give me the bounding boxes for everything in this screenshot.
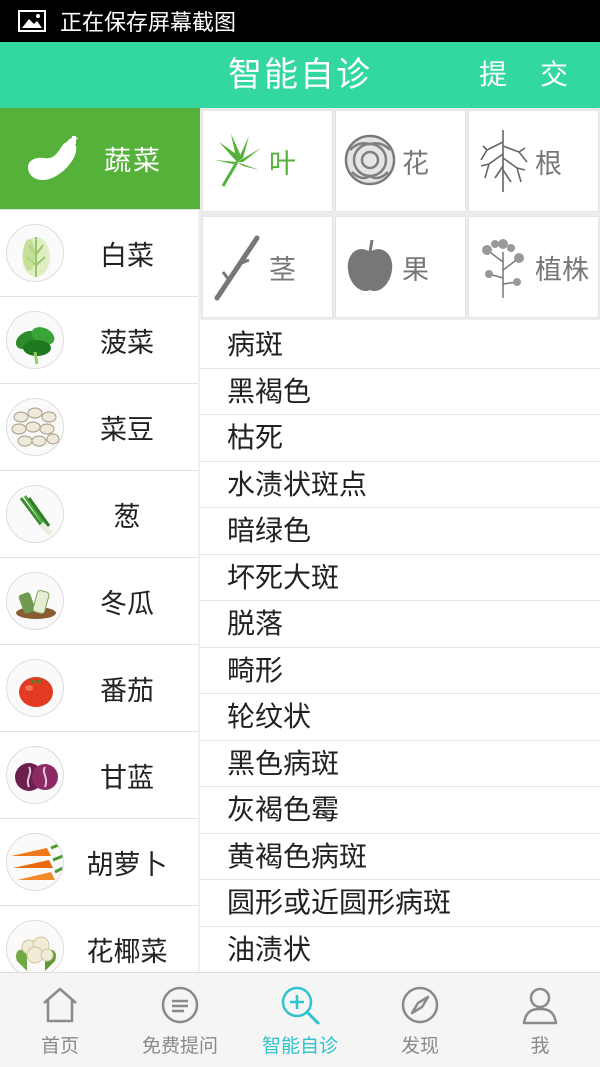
vegetable-item-scallion[interactable]: 葱 [0, 471, 198, 558]
symptom-item[interactable]: 水渍状斑点 [200, 462, 600, 508]
submit-button[interactable]: 提 交 [479, 42, 580, 108]
vegetable-item-cauliflower[interactable]: 花椰菜 [0, 906, 198, 972]
tab-free-question[interactable]: 免费提问 [120, 973, 240, 1067]
symptom-item[interactable]: 畸形 [200, 648, 600, 694]
symptom-item[interactable]: 枯死 [200, 415, 600, 462]
plant-part-leaf[interactable]: 叶 [202, 110, 333, 212]
cauliflower-icon [6, 920, 64, 972]
chinese-cabbage-icon [6, 224, 64, 282]
symptom-item[interactable]: 灰褐色霉 [200, 787, 600, 834]
vegetable-item-tomato[interactable]: 番茄 [0, 645, 198, 732]
tab-label: 智能自诊 [261, 1034, 338, 1057]
chat-icon [161, 986, 199, 1023]
root-icon [480, 130, 528, 192]
symptom-item[interactable]: 黄褐色病斑 [200, 834, 600, 880]
vegetable-label: 甘蓝 [100, 762, 154, 794]
tomato-icon [6, 659, 64, 717]
spinach-icon [6, 311, 64, 369]
vegetable-label: 菠菜 [100, 327, 154, 359]
plant-part-label: 植株 [535, 254, 589, 286]
flower-icon [344, 134, 396, 186]
eggplant-icon [27, 135, 78, 180]
plant-part-label: 果 [402, 254, 429, 286]
symptom-item[interactable]: 脱落 [200, 601, 600, 648]
symptom-item[interactable]: 病斑 [200, 322, 600, 369]
cabbage-icon [6, 746, 64, 804]
tab-label: 我 [530, 1034, 550, 1057]
bean-icon [6, 398, 64, 456]
plant-part-label: 叶 [269, 148, 296, 180]
vegetable-label: 冬瓜 [100, 588, 154, 620]
vegetable-item-bean[interactable]: 菜豆 [0, 384, 198, 471]
vegetable-label: 白菜 [100, 240, 154, 272]
home-icon [43, 987, 77, 1022]
vegetable-label: 葱 [113, 501, 141, 533]
vegetable-label: 花椰菜 [86, 936, 168, 968]
plant-part-grid: 叶 花 根 茎 果 植株 [200, 108, 600, 320]
tab-label: 首页 [40, 1034, 79, 1057]
category-sidebar: 蔬菜 白菜 菠菜 菜豆 葱 冬瓜 番茄 甘蓝 胡萝卜 花椰菜 [0, 108, 200, 972]
category-label: 蔬菜 [104, 146, 162, 177]
symptom-item[interactable]: 轮纹状 [200, 694, 600, 741]
vegetable-item-chinese-cabbage[interactable]: 白菜 [0, 210, 198, 297]
status-bar: 正在保存屏幕截图 [0, 0, 600, 42]
plant-part-fruit[interactable]: 果 [335, 216, 466, 318]
fruit-icon [347, 239, 393, 292]
vegetable-item-winter-melon[interactable]: 冬瓜 [0, 558, 198, 645]
plant-part-root[interactable]: 根 [468, 110, 599, 212]
carrot-icon [6, 833, 64, 891]
tab-label: 发现 [400, 1034, 439, 1057]
leaf-icon [215, 134, 261, 187]
image-icon [18, 10, 46, 32]
vegetable-item-spinach[interactable]: 菠菜 [0, 297, 198, 384]
tab-me[interactable]: 我 [480, 973, 600, 1067]
status-text: 正在保存屏幕截图 [60, 11, 237, 36]
tab-label: 免费提问 [141, 1034, 218, 1057]
vegetable-label: 番茄 [100, 675, 154, 707]
bottom-tab-bar: 首页 免费提问 智能自诊 发现 我 [0, 972, 600, 1067]
plant-part-label: 茎 [269, 254, 296, 286]
plant-part-label: 根 [535, 148, 562, 180]
plant-part-flower[interactable]: 花 [335, 110, 466, 212]
compass-icon [401, 986, 439, 1023]
plant-icon [482, 239, 524, 298]
symptom-item[interactable]: 圆形或近圆形病斑 [200, 880, 600, 927]
symptom-item[interactable]: 暗绿色 [200, 508, 600, 555]
plant-part-whole-plant[interactable]: 植株 [468, 216, 599, 318]
user-icon [522, 987, 558, 1024]
tab-discover[interactable]: 发现 [360, 973, 480, 1067]
vegetable-label: 菜豆 [100, 414, 154, 446]
tab-home[interactable]: 首页 [0, 973, 120, 1067]
plant-part-stem[interactable]: 茎 [202, 216, 333, 318]
vegetable-item-cabbage[interactable]: 甘蓝 [0, 732, 198, 819]
symptom-item[interactable]: 黑褐色 [200, 369, 600, 415]
symptom-item[interactable]: 坏死大斑 [200, 555, 600, 601]
scallion-icon [6, 485, 64, 543]
symptom-item[interactable]: 黑色病斑 [200, 741, 600, 787]
symptom-list: 病斑 黑褐色 枯死 水渍状斑点 暗绿色 坏死大斑 脱落 畸形 轮纹状 黑色病斑 … [200, 322, 600, 972]
stem-icon [214, 235, 260, 301]
diagnose-search-icon [281, 986, 320, 1024]
vegetable-item-carrot[interactable]: 胡萝卜 [0, 819, 198, 906]
vegetable-label: 胡萝卜 [86, 849, 168, 881]
plant-part-label: 花 [402, 148, 429, 180]
app-header: 智能自诊 提 交 [0, 42, 600, 108]
symptom-item[interactable]: 油渍状 [200, 927, 600, 973]
category-vegetables[interactable]: 蔬菜 [0, 108, 200, 210]
winter-melon-icon [6, 572, 64, 630]
tab-smart-diagnosis[interactable]: 智能自诊 [240, 973, 360, 1067]
